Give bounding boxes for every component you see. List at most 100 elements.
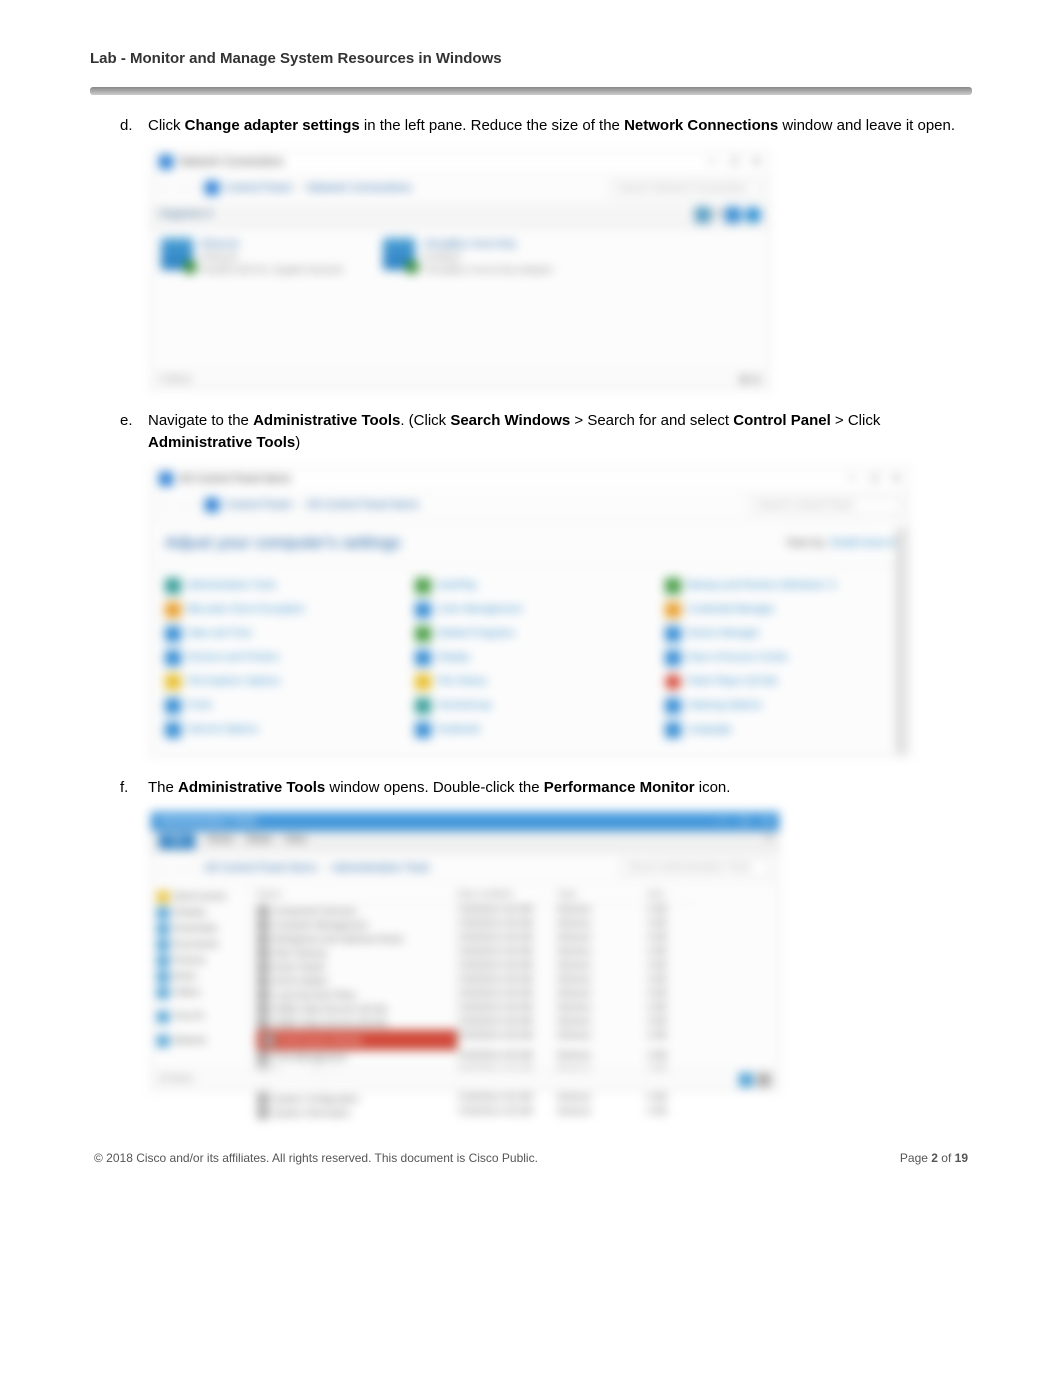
maximize-icon[interactable]: ☐ bbox=[870, 472, 880, 486]
bitlocker-item[interactable]: BitLocker Drive Encryption bbox=[165, 600, 395, 620]
help-icon[interactable]: ? bbox=[765, 834, 771, 849]
close-icon[interactable]: ✕ bbox=[752, 155, 761, 169]
devices-printers-item[interactable]: Devices and Printers bbox=[165, 648, 395, 668]
indexing-item[interactable]: Indexing Options bbox=[665, 696, 895, 716]
minimize-icon[interactable]: — bbox=[707, 155, 718, 169]
view-value[interactable]: Small icons ▾ bbox=[830, 537, 895, 549]
internet-item[interactable]: Internet Options bbox=[165, 720, 395, 740]
programs-icon bbox=[415, 626, 431, 642]
breadcrumb-item[interactable]: All Control Panel Items bbox=[307, 499, 419, 511]
file-item[interactable]: System Configuration bbox=[257, 1092, 457, 1106]
color-item[interactable]: Color Management bbox=[415, 600, 645, 620]
keyboard-item[interactable]: Keyboard bbox=[415, 720, 645, 740]
this-pc-nav[interactable]: This PC bbox=[157, 1009, 244, 1025]
maximize-icon[interactable]: ☐ bbox=[740, 815, 750, 828]
file-history-item[interactable]: File History bbox=[415, 672, 645, 692]
desktop-nav[interactable]: Desktop bbox=[157, 905, 244, 921]
downloads-nav[interactable]: Downloads bbox=[157, 921, 244, 937]
datetime-item[interactable]: Date and Time bbox=[165, 624, 395, 644]
breadcrumb-item[interactable]: All Control Panel Items bbox=[205, 862, 317, 874]
search-input[interactable]: Search Control Panel bbox=[751, 497, 901, 514]
file-item[interactable]: Defragment and Optimize Drives bbox=[257, 932, 457, 946]
minimize-icon[interactable]: — bbox=[847, 472, 858, 486]
language-item[interactable]: Language bbox=[665, 720, 895, 740]
file-item[interactable]: System Information bbox=[257, 1106, 457, 1120]
file-item[interactable]: ODBC Data Sources (32-bit) bbox=[257, 1002, 457, 1016]
fonts-item[interactable]: Fonts bbox=[165, 696, 395, 716]
display-item[interactable]: Display bbox=[415, 648, 645, 668]
view-tab[interactable]: View bbox=[285, 834, 307, 849]
file-item[interactable]: Disk Cleanup bbox=[257, 946, 457, 960]
file-name: Print Management bbox=[273, 1052, 347, 1062]
breadcrumb-item[interactable]: Control Panel bbox=[225, 499, 292, 511]
file-item[interactable]: iSCSI Initiator bbox=[257, 974, 457, 988]
file-item[interactable]: Event Viewer bbox=[257, 960, 457, 974]
window-controls: — ☐ ✕ bbox=[847, 472, 901, 486]
back-icon[interactable]: ← bbox=[159, 182, 170, 194]
chevron-down-icon[interactable]: ▾ bbox=[715, 207, 721, 223]
file-explorer-item[interactable]: File Explorer Options bbox=[165, 672, 395, 692]
performance-monitor-item[interactable]: Performance Monitor bbox=[257, 1030, 457, 1050]
preview-icon[interactable] bbox=[725, 207, 741, 223]
text: > Search for and select bbox=[570, 412, 733, 429]
credential-item[interactable]: Credential Manager bbox=[665, 600, 895, 620]
file-item[interactable]: Print Management bbox=[257, 1050, 457, 1064]
breadcrumb-item[interactable]: Administrative Tools bbox=[332, 862, 430, 874]
col-date[interactable]: Date modified bbox=[457, 889, 557, 904]
forward-icon[interactable]: → bbox=[176, 182, 187, 194]
ethernet-adapter[interactable]: Ethernet Network Intel(R) 82574L Gigabit… bbox=[161, 238, 343, 277]
videos-nav[interactable]: Videos bbox=[157, 985, 244, 1001]
details-view-icon[interactable] bbox=[739, 1073, 753, 1087]
file-tab[interactable]: File bbox=[159, 834, 195, 849]
forward-icon[interactable]: → bbox=[176, 862, 187, 874]
view-selector[interactable]: View by: Small icons ▾ bbox=[786, 536, 895, 549]
up-icon[interactable]: ↑ bbox=[193, 499, 199, 511]
text: icon. bbox=[695, 779, 731, 796]
col-size[interactable]: Size bbox=[647, 889, 697, 904]
homegroup-item[interactable]: HomeGroup bbox=[415, 696, 645, 716]
back-icon[interactable]: ← bbox=[159, 862, 170, 874]
item-label: Credential Manager bbox=[687, 604, 775, 615]
maximize-icon[interactable]: ☐ bbox=[730, 155, 740, 169]
share-tab[interactable]: Share bbox=[246, 834, 273, 849]
up-icon[interactable]: ↑ bbox=[193, 182, 199, 194]
music-nav[interactable]: Music bbox=[157, 969, 244, 985]
forward-icon[interactable]: → bbox=[176, 499, 187, 511]
file-item[interactable]: Component Services bbox=[257, 904, 457, 918]
back-icon[interactable]: ← bbox=[159, 499, 170, 511]
file-item[interactable]: Computer Management bbox=[257, 918, 457, 932]
quick-access[interactable]: Quick access bbox=[157, 889, 244, 905]
minimize-icon[interactable]: — bbox=[717, 815, 728, 828]
up-icon[interactable]: ↑ bbox=[193, 862, 199, 874]
file-item[interactable]: ODBC Data Sources (64-bit) bbox=[257, 1016, 457, 1030]
help-icon[interactable] bbox=[745, 207, 761, 223]
network-nav[interactable]: Network bbox=[157, 1033, 244, 1049]
default-programs-item[interactable]: Default Programs bbox=[415, 624, 645, 644]
virtualbox-adapter[interactable]: VirtualBox Host-Only Enabled VirtualBox … bbox=[383, 238, 553, 277]
close-icon[interactable]: ✕ bbox=[762, 815, 771, 828]
pictures-nav[interactable]: Pictures bbox=[157, 953, 244, 969]
documents-nav[interactable]: Documents bbox=[157, 937, 244, 953]
autoplay-item[interactable]: AutoPlay bbox=[415, 576, 645, 596]
device-manager-item[interactable]: Device Manager bbox=[665, 624, 895, 644]
search-input[interactable]: Search Network Connections bbox=[611, 180, 761, 197]
nav-label: Music bbox=[173, 971, 197, 983]
home-tab[interactable]: Home bbox=[207, 834, 234, 849]
view-icon[interactable] bbox=[695, 207, 711, 223]
breadcrumb-item[interactable]: Network Connections bbox=[307, 182, 412, 194]
organize-menu[interactable]: Organize ▾ bbox=[159, 207, 212, 223]
breadcrumb-item[interactable]: Control Panel bbox=[225, 182, 292, 194]
search-input[interactable]: Search Administrative Tools bbox=[621, 859, 771, 876]
col-type[interactable]: Type bbox=[557, 889, 647, 904]
file-item[interactable]: Local Security Policy bbox=[257, 988, 457, 1002]
scrollbar[interactable] bbox=[895, 528, 907, 754]
ease-access-item[interactable]: Ease of Access Center bbox=[665, 648, 895, 668]
backup-item[interactable]: Backup and Restore (Windows 7) bbox=[665, 576, 895, 596]
file-name: ODBC Data Sources (32-bit) bbox=[273, 1004, 387, 1014]
large-icons-view-icon[interactable] bbox=[757, 1073, 771, 1087]
admin-tools-item[interactable]: Administrative Tools bbox=[165, 576, 395, 596]
col-name[interactable]: Name bbox=[257, 889, 457, 904]
view-mode-icons[interactable]: ▦ ▤ bbox=[739, 374, 761, 385]
flash-item[interactable]: Flash Player (32-bit) bbox=[665, 672, 895, 692]
close-icon[interactable]: ✕ bbox=[892, 472, 901, 486]
